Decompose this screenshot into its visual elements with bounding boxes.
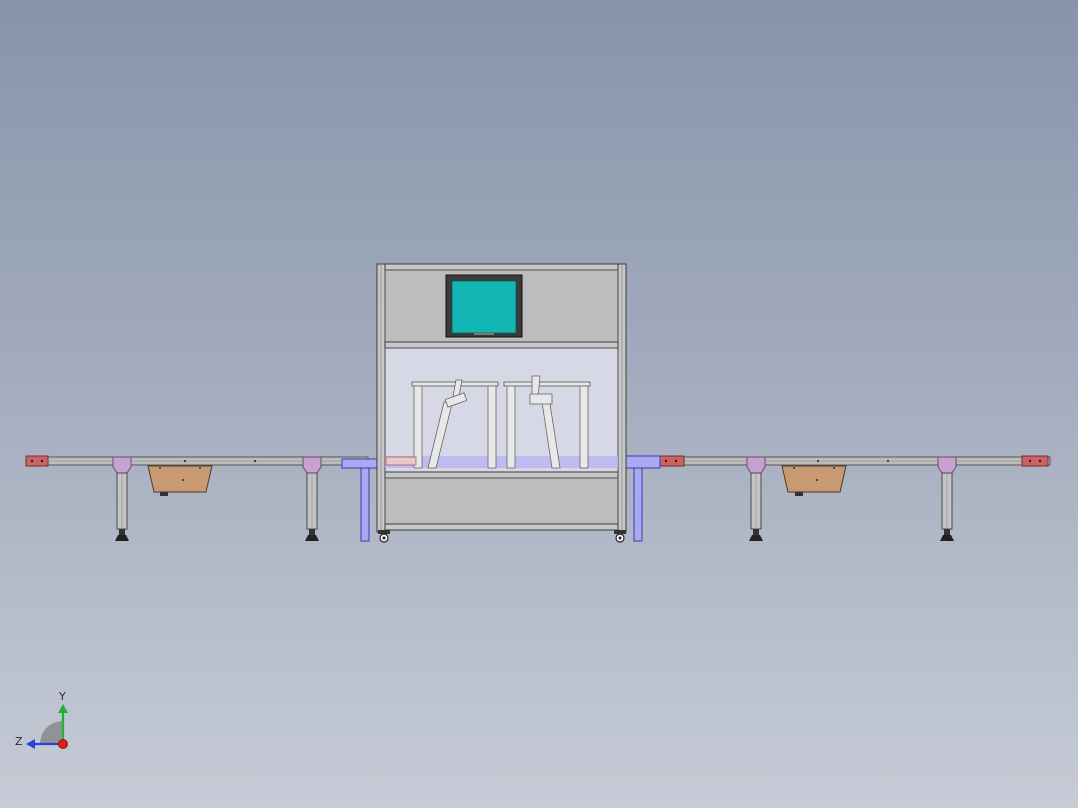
right-end-cap [1021,455,1049,467]
workpiece [385,456,417,466]
inspection-cabinet[interactable] [376,263,627,543]
leveling-foot [749,535,763,541]
leveling-foot [940,535,954,541]
cad-viewport[interactable]: Y Z [0,0,1078,808]
leveling-foot [305,535,319,541]
leg-bracket [112,456,132,474]
caster-wheel [614,530,626,543]
left-transfer-stand [341,458,381,542]
leveling-foot [115,535,129,541]
caster-wheel [378,530,390,543]
leg-bracket [746,456,766,474]
right-start-cap [659,455,685,467]
right-transfer-stand [623,455,661,542]
leg-bracket [302,456,322,474]
assembly-drawing: Y Z [15,263,1051,749]
drive-box [147,465,213,493]
left-end-cap [25,455,49,467]
lower-panel [384,477,619,525]
monitor-icon [445,274,523,338]
triad-z-label: Z [15,735,23,748]
monitor-screen [451,280,517,334]
right-conveyor[interactable] [659,455,1051,541]
triad-y-label: Y [58,690,66,703]
drive-box [781,465,847,493]
coordinate-triad-icon: Y Z [15,690,68,749]
leg-bracket [937,456,957,474]
left-conveyor[interactable] [25,455,369,541]
